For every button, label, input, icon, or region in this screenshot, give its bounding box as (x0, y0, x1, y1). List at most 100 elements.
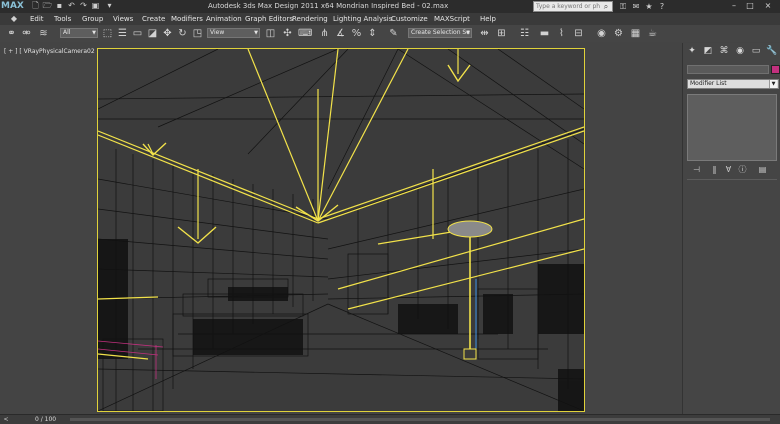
chevron-down-icon: ▼ (769, 80, 777, 88)
menu-create[interactable]: Create (142, 13, 165, 25)
named-selection-dropdown[interactable]: Create Selection Se ▼ (408, 28, 472, 38)
make-unique-icon[interactable]: ∀ (723, 164, 734, 175)
rectangular-selection-icon[interactable]: ▭ (131, 27, 144, 40)
search-input[interactable] (536, 2, 600, 11)
panel-divider (687, 179, 777, 180)
show-end-result-icon[interactable]: ‖ (709, 164, 720, 175)
menu-tools[interactable]: Tools (54, 13, 71, 25)
quick-access-dropdown-icon[interactable]: ▾ (104, 1, 115, 11)
pivot-center-icon[interactable]: ◫ (264, 27, 277, 40)
select-and-scale-icon[interactable]: ◳ (191, 27, 204, 40)
spinner-snap-icon[interactable]: ⇕ (366, 27, 379, 40)
object-name-field[interactable] (687, 65, 769, 74)
modify-tab-icon[interactable]: ◩ (701, 45, 715, 57)
remove-modifier-icon[interactable]: ⓘ (737, 164, 748, 175)
viewport[interactable] (97, 48, 585, 412)
maximize-button[interactable]: □ (743, 0, 757, 12)
percent-snap-icon[interactable]: % (350, 27, 363, 40)
modifier-list-value: Modifier List (690, 80, 727, 87)
curve-editor-icon[interactable]: ⌇ (555, 27, 568, 40)
utilities-tab-icon[interactable]: 🔧 (765, 45, 779, 57)
reference-coordinate-dropdown[interactable]: View ▼ (207, 28, 260, 38)
angle-snap-icon[interactable]: ∡ (334, 27, 347, 40)
snaps-toggle-icon[interactable]: ⋔ (318, 27, 331, 40)
subscription-icon[interactable]: ⚿ (617, 1, 629, 12)
favorites-icon[interactable]: ★ (643, 1, 655, 12)
bind-space-warp-icon[interactable]: ≋ (37, 27, 50, 40)
chevron-down-icon: ▼ (92, 30, 96, 36)
pin-stack-icon[interactable]: ⊣ (691, 164, 702, 175)
chevron-down-icon: ▼ (466, 30, 470, 36)
select-and-manipulate-icon[interactable]: ✣ (281, 27, 294, 40)
time-slider-track[interactable] (70, 418, 770, 421)
window-title: Autodesk 3ds Max Design 2011 x64 Mondria… (208, 2, 449, 10)
wireframe-geometry (98, 49, 584, 411)
undo-icon[interactable]: ↶ (66, 1, 77, 11)
configure-modifier-sets-icon[interactable]: ▤ (757, 164, 768, 175)
open-file-icon[interactable]: 🗁 (42, 1, 53, 11)
light-target-arrows (142, 64, 471, 244)
render-setup-icon[interactable]: ⚙ (612, 27, 625, 40)
floor-lamp (447, 220, 493, 360)
menu-rendering[interactable]: Rendering (292, 13, 328, 25)
menu-customize[interactable]: Customize (391, 13, 428, 25)
menu-logo-icon: ◆ (10, 14, 18, 23)
named-selection-value: Create Selection Se (411, 29, 470, 36)
object-color-swatch[interactable] (771, 65, 780, 74)
selection-filter-dropdown[interactable]: All ▼ (60, 28, 98, 38)
window-crossing-icon[interactable]: ◪ (146, 27, 159, 40)
graphite-toggle-icon[interactable]: ▬ (538, 27, 551, 40)
dense-mesh-regions (98, 239, 584, 411)
main-toolbar: ⚭ ⚮ ≋ All ▼ ⬚ ☰ ▭ ◪ ✥ ↻ ◳ View ▼ ◫ ✣ ⌨ ⋔ ∡… (0, 25, 780, 42)
close-button[interactable]: × (761, 0, 775, 12)
mirror-icon[interactable]: ⇹ (478, 27, 491, 40)
keyboard-shortcut-icon[interactable]: ⌨ (298, 27, 312, 40)
search-box[interactable]: ⌕ (533, 1, 613, 12)
menu-graph-editors[interactable]: Graph Editors (245, 13, 293, 25)
select-by-name-icon[interactable]: ☰ (116, 27, 129, 40)
menu-bar: ◆ Edit Tools Group Views Create Modifier… (0, 13, 780, 25)
menu-lighting-analysis[interactable]: Lighting Analysis (333, 13, 392, 25)
modifier-stack[interactable] (687, 94, 777, 161)
app-logo-button[interactable]: MAX (1, 1, 24, 12)
menu-help[interactable]: Help (480, 13, 496, 25)
command-panel: ✦ ◩ ⌘ ◉ ▭ 🔧 Modifier List ▼ ⊣ ‖ ∀ ⓘ ▤ (682, 43, 780, 424)
schematic-view-icon[interactable]: ⊟ (572, 27, 585, 40)
hold-icon[interactable]: ▣ (90, 1, 101, 11)
new-file-icon[interactable]: 🗋 (30, 1, 41, 11)
motion-tab-icon[interactable]: ◉ (733, 45, 747, 57)
communication-center-icon[interactable]: ✉ (630, 1, 642, 12)
select-and-link-icon[interactable]: ⚭ (5, 27, 18, 40)
render-icon[interactable]: ☕ (646, 27, 659, 40)
time-slider-prev-button[interactable]: < (2, 416, 10, 424)
display-tab-icon[interactable]: ▭ (749, 45, 763, 57)
align-icon[interactable]: ⊞ (495, 27, 508, 40)
create-tab-icon[interactable]: ✦ (685, 45, 699, 57)
chevron-down-icon: ▼ (254, 30, 258, 36)
time-slider-bar: < 0 / 100 (0, 414, 780, 424)
menu-animation[interactable]: Animation (206, 13, 242, 25)
title-bar: MAX 🗋 🗁 ▪ ↶ ↷ ▣ ▾ Autodesk 3ds Max Desig… (0, 0, 780, 13)
layer-manager-icon[interactable]: ☷ (518, 27, 531, 40)
frame-counter[interactable]: 0 / 100 (35, 415, 56, 424)
select-and-rotate-icon[interactable]: ↻ (176, 27, 189, 40)
minimize-button[interactable]: – (727, 0, 741, 12)
help-icon[interactable]: ? (656, 1, 668, 12)
menu-views[interactable]: Views (113, 13, 133, 25)
search-go-icon[interactable]: ⌕ (601, 2, 611, 11)
rendered-frame-icon[interactable]: ▦ (629, 27, 642, 40)
edit-named-selection-icon[interactable]: ✎ (387, 27, 400, 40)
select-and-move-icon[interactable]: ✥ (161, 27, 174, 40)
menu-modifiers[interactable]: Modifiers (171, 13, 203, 25)
modifier-list-dropdown[interactable]: Modifier List ▼ (687, 79, 779, 89)
save-file-icon[interactable]: ▪ (54, 1, 65, 11)
unlink-icon[interactable]: ⚮ (20, 27, 33, 40)
menu-edit[interactable]: Edit (30, 13, 44, 25)
selection-filter-value: All (63, 29, 71, 36)
menu-maxscript[interactable]: MAXScript (434, 13, 470, 25)
select-object-icon[interactable]: ⬚ (101, 27, 114, 40)
menu-group[interactable]: Group (82, 13, 103, 25)
hierarchy-tab-icon[interactable]: ⌘ (717, 45, 731, 57)
redo-icon[interactable]: ↷ (78, 1, 89, 11)
material-editor-icon[interactable]: ◉ (595, 27, 608, 40)
